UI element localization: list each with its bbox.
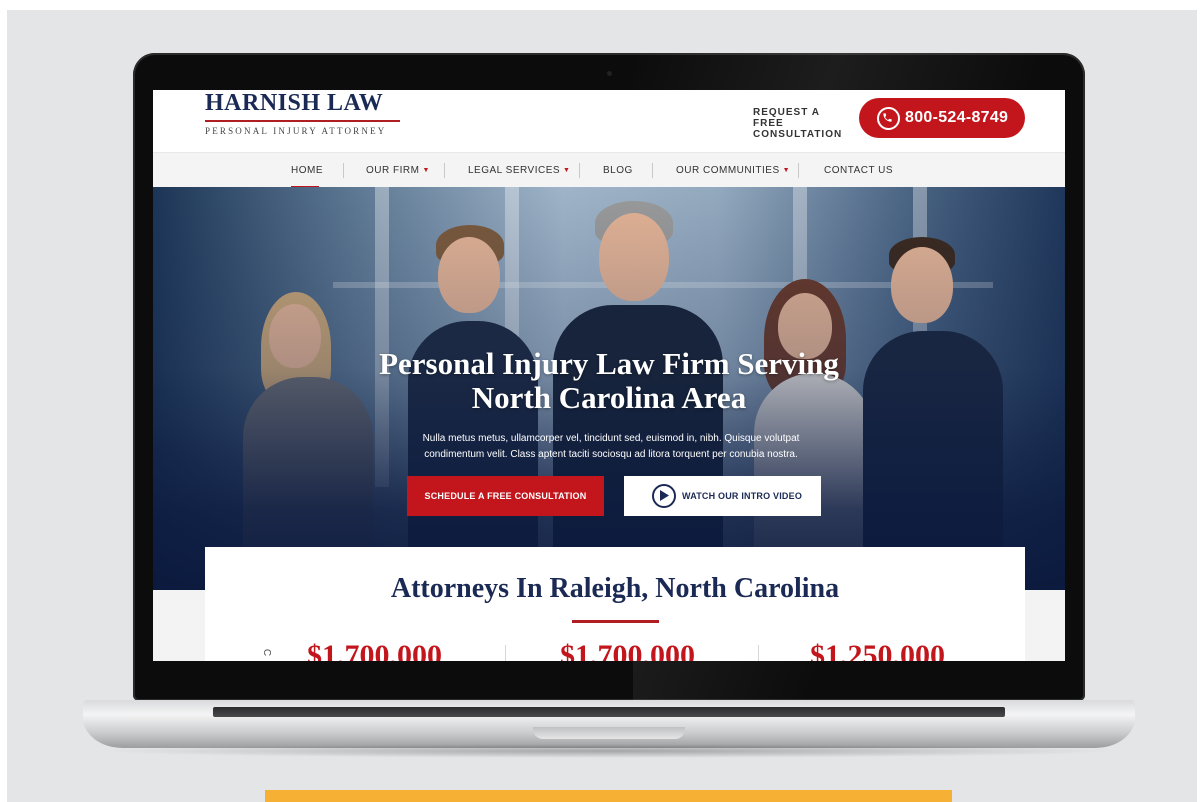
caret-down-icon: ▼ bbox=[422, 167, 430, 174]
watch-intro-video-button[interactable]: WATCH OUR INTRO VIDEO bbox=[624, 476, 821, 516]
laptop-shadow bbox=[95, 744, 1125, 758]
keyboard-hinge bbox=[213, 707, 1005, 717]
nav-item-our-communities[interactable]: OUR COMMUNITIES ▼ bbox=[676, 165, 790, 176]
phone-number: 800-524-8749 bbox=[905, 109, 1009, 126]
laptop-base bbox=[83, 700, 1135, 748]
nav-label: BLOG bbox=[603, 165, 633, 176]
nav-divider bbox=[798, 163, 799, 178]
request-consultation-text: REQUEST A FREE CONSULTATION bbox=[753, 107, 843, 140]
amount-divider bbox=[758, 645, 759, 661]
section-title: Attorneys In Raleigh, North Carolina bbox=[390, 573, 840, 604]
logo-name[interactable]: HARNISH LAW bbox=[205, 90, 383, 117]
nav-divider bbox=[343, 163, 344, 178]
caret-down-icon: ▼ bbox=[782, 167, 791, 174]
section-title-rule bbox=[572, 620, 659, 623]
nav-item-contact-us[interactable]: CONTACT US bbox=[824, 165, 893, 176]
nav-item-our-firm[interactable]: OUR FIRM ▼ bbox=[366, 165, 430, 176]
hero-title-line: North Carolina Area bbox=[471, 380, 747, 415]
nav-divider bbox=[579, 163, 580, 178]
hero-description: Nulla metus metus, ullamcorper vel, tinc… bbox=[401, 431, 821, 463]
orange-banner bbox=[265, 790, 952, 802]
nav-label: OUR FIRM bbox=[366, 165, 420, 176]
main-nav: HOME OUR FIRM ▼ LEGAL SERVICES ▼ BLOG OUR … bbox=[153, 152, 1065, 188]
amount-divider bbox=[505, 645, 506, 661]
nav-item-home[interactable]: HOME bbox=[291, 165, 323, 176]
nav-label: OUR COMMUNITIES bbox=[676, 165, 780, 176]
settlement-amount: $1,700,000 bbox=[560, 639, 695, 661]
play-icon bbox=[652, 484, 676, 508]
watch-video-label: WATCH OUR INTRO VIDEO bbox=[682, 491, 803, 501]
attorneys-card: Attorneys In Raleigh, North Carolina C $… bbox=[205, 547, 1025, 661]
website-screen: HARNISH LAW PERSONAL INJURY ATTORNEY REQ… bbox=[153, 90, 1065, 661]
nav-item-blog[interactable]: BLOG bbox=[603, 165, 633, 176]
nav-divider bbox=[652, 163, 653, 178]
caret-down-icon: ▼ bbox=[563, 167, 571, 174]
logo-tagline: PERSONAL INJURY ATTORNEY bbox=[205, 126, 387, 136]
nav-label: CONTACT US bbox=[824, 165, 894, 176]
hero-description-line: Nulla metus metus, ullamcorper vel, tinc… bbox=[422, 433, 800, 444]
schedule-consultation-button[interactable]: SCHEDULE A FREE CONSULTATION bbox=[407, 476, 604, 516]
hero-section: Personal Injury Law Firm Serving North C… bbox=[153, 187, 1065, 590]
nav-label: LEGAL SERVICES bbox=[468, 165, 561, 176]
settlement-amount: $1,700,000 bbox=[307, 639, 442, 661]
nav-item-legal-services[interactable]: LEGAL SERVICES ▼ bbox=[468, 165, 570, 176]
site-header: HARNISH LAW PERSONAL INJURY ATTORNEY REQ… bbox=[153, 90, 1065, 152]
hero-description-line: condimentum velit. Class aptent taciti s… bbox=[424, 449, 798, 460]
side-letter: C bbox=[261, 648, 273, 657]
phone-icon bbox=[877, 107, 900, 130]
trackpad-notch bbox=[533, 727, 685, 739]
hero-title: Personal Injury Law Firm Serving North C… bbox=[153, 347, 1065, 415]
logo-rule bbox=[205, 120, 400, 122]
nav-label: HOME bbox=[291, 165, 323, 176]
settlement-amount: $1,250,000 bbox=[810, 639, 945, 661]
nav-divider bbox=[444, 163, 445, 178]
hero-title-line: Personal Injury Law Firm Serving bbox=[379, 346, 839, 381]
webcam bbox=[607, 71, 612, 76]
phone-button[interactable]: 800-524-8749 bbox=[859, 98, 1025, 138]
